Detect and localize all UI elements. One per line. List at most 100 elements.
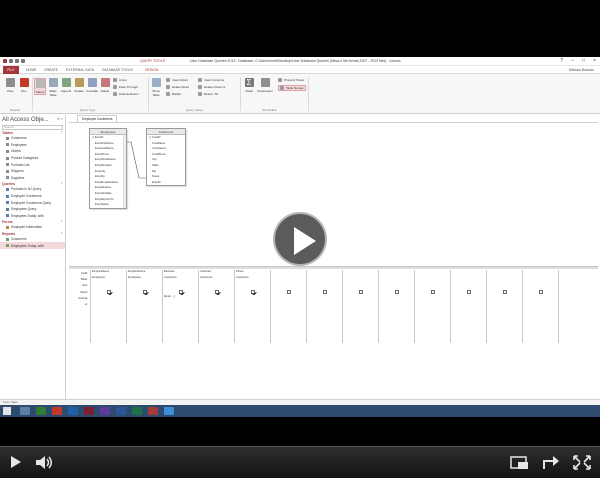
- show-checkbox[interactable]: [251, 289, 255, 294]
- grid-or-cell[interactable]: [235, 301, 270, 307]
- run-button[interactable]: Run: [18, 78, 30, 93]
- show-checkbox[interactable]: [359, 289, 363, 294]
- grid-or-cell[interactable]: [415, 301, 450, 307]
- maximize-button[interactable]: □: [582, 58, 585, 64]
- delete-columns-button[interactable]: Delete Columns: [198, 85, 225, 89]
- tab-create[interactable]: CREATE: [44, 68, 58, 72]
- show-checkbox[interactable]: [287, 289, 291, 294]
- nav-item[interactable]: Employees Today: with: [0, 242, 65, 249]
- nav-item[interactable]: Employees Query: [0, 206, 65, 213]
- field-item[interactable]: EmpID: [147, 180, 185, 186]
- show-checkbox[interactable]: [539, 289, 543, 294]
- nav-search-input[interactable]: Search...: [2, 125, 63, 130]
- pass-through-button[interactable]: Pass-Through: [113, 85, 138, 89]
- field-list-scrollbar[interactable]: [123, 135, 126, 208]
- make-table-button[interactable]: Make Table: [47, 78, 59, 97]
- nav-item[interactable]: Shippers: [0, 168, 65, 175]
- nav-item[interactable]: Orders: [0, 148, 65, 155]
- grid-column[interactable]: [487, 270, 523, 343]
- nav-item[interactable]: Employee Customers: [0, 193, 65, 200]
- access-alt-icon[interactable]: [148, 407, 158, 415]
- volume-button[interactable]: [34, 453, 54, 472]
- grid-or-cell[interactable]: [451, 301, 486, 307]
- grid-column[interactable]: [343, 270, 379, 343]
- show-checkbox[interactable]: [215, 289, 219, 294]
- insert-columns-button[interactable]: Insert Columns: [198, 78, 224, 82]
- user-name[interactable]: Mikeala Badadu: [569, 68, 594, 72]
- windows-logo-icon[interactable]: [3, 407, 11, 415]
- nav-item[interactable]: Employees Today: with: [0, 213, 65, 220]
- nav-item[interactable]: Employee Customers Query: [0, 199, 65, 206]
- grid-column[interactable]: [523, 270, 559, 343]
- publisher-icon[interactable]: [132, 407, 142, 415]
- nav-item[interactable]: Employee Information: [0, 224, 65, 231]
- grid-column[interactable]: [379, 270, 415, 343]
- field-item[interactable]: EmpStatus: [90, 202, 126, 208]
- grid-or-cell[interactable]: [271, 301, 306, 307]
- property-sheet-button[interactable]: Property Sheet: [278, 78, 304, 82]
- nav-item[interactable]: Product Categories: [0, 155, 65, 162]
- parameters-button[interactable]: Parameters: [257, 78, 273, 93]
- append-button[interactable]: Append: [60, 78, 72, 93]
- grid-or-cell[interactable]: [523, 301, 558, 307]
- join-line[interactable]: [127, 141, 146, 179]
- close-button[interactable]: ×: [593, 58, 596, 64]
- nav-item[interactable]: Employees: [0, 142, 65, 149]
- return-dropdown[interactable]: Return: All: [198, 92, 218, 96]
- grid-column[interactable]: [451, 270, 487, 343]
- tab-file[interactable]: FILE: [3, 66, 19, 74]
- redo-icon[interactable]: [21, 59, 25, 63]
- collapse-arrow-icon[interactable]: ⌃: [60, 182, 63, 186]
- grid-or-cell[interactable]: [91, 301, 126, 307]
- union-button[interactable]: Union: [113, 78, 127, 82]
- nav-item[interactable]: Suppliers: [0, 175, 65, 182]
- pane-splitter[interactable]: [69, 266, 598, 269]
- crosstab-button[interactable]: Crosstab: [86, 78, 98, 93]
- grid-or-cell[interactable]: [379, 301, 414, 307]
- access-icon[interactable]: [84, 407, 94, 415]
- show-checkbox[interactable]: [179, 289, 183, 294]
- view-button[interactable]: View: [4, 78, 16, 93]
- onenote-icon[interactable]: [100, 407, 110, 415]
- nav-item[interactable]: Customers: [0, 135, 65, 142]
- show-checkbox[interactable]: [431, 289, 435, 294]
- grid-or-cell[interactable]: [307, 301, 342, 307]
- excel-icon[interactable]: [36, 407, 46, 415]
- powerpoint-icon[interactable]: [52, 407, 62, 415]
- show-checkbox[interactable]: [323, 289, 327, 294]
- nav-item[interactable]: Products in NJ Query: [0, 186, 65, 193]
- select-button[interactable]: Select: [34, 78, 46, 95]
- grid-column[interactable]: CustCard Customers: [199, 270, 235, 343]
- undo-icon[interactable]: [15, 59, 19, 63]
- field-list-employees[interactable]: Employees ⚷ EmpID EmpFirstName EmpLastName E…: [89, 128, 127, 209]
- grid-or-cell[interactable]: [199, 301, 234, 307]
- tab-home[interactable]: HOME: [26, 68, 37, 72]
- grid-column[interactable]: Phone Customers: [235, 270, 271, 343]
- delete-button[interactable]: Delete: [99, 78, 111, 93]
- show-checkbox[interactable]: [143, 289, 147, 294]
- field-list-customers[interactable]: Customers ⚷ CustID CustName CustSaved CustPh…: [146, 128, 186, 187]
- data-definition-button[interactable]: Data Definition: [113, 92, 139, 96]
- explorer-icon[interactable]: [20, 407, 30, 415]
- save-icon[interactable]: [9, 59, 13, 63]
- show-checkbox[interactable]: [107, 289, 111, 294]
- totals-button[interactable]: Σ Totals: [243, 78, 255, 93]
- update-button[interactable]: Update: [73, 78, 85, 93]
- collapse-arrow-icon[interactable]: ⌃: [60, 131, 63, 135]
- outlook-icon[interactable]: [68, 407, 78, 415]
- help-button[interactable]: ?: [560, 58, 563, 64]
- nav-collapse-icon[interactable]: ⊙ «: [57, 117, 63, 122]
- fullscreen-button[interactable]: [571, 453, 593, 472]
- grid-column[interactable]: [307, 270, 343, 343]
- show-checkbox[interactable]: [503, 289, 507, 294]
- minimize-button[interactable]: −: [571, 58, 574, 64]
- word-icon[interactable]: [116, 407, 126, 415]
- collapse-arrow-icon[interactable]: ⌃: [60, 220, 63, 224]
- builder-button[interactable]: Builder: [166, 92, 181, 96]
- lync-icon[interactable]: [164, 407, 174, 415]
- tab-external-data[interactable]: EXTERNAL DATA: [66, 68, 94, 72]
- nav-item[interactable]: Products List: [0, 161, 65, 168]
- delete-rows-button[interactable]: Delete Rows: [166, 85, 189, 89]
- table-pane[interactable]: Employees ⚷ EmpID EmpFirstName EmpLastName E…: [69, 122, 598, 267]
- grid-column[interactable]: [271, 270, 307, 343]
